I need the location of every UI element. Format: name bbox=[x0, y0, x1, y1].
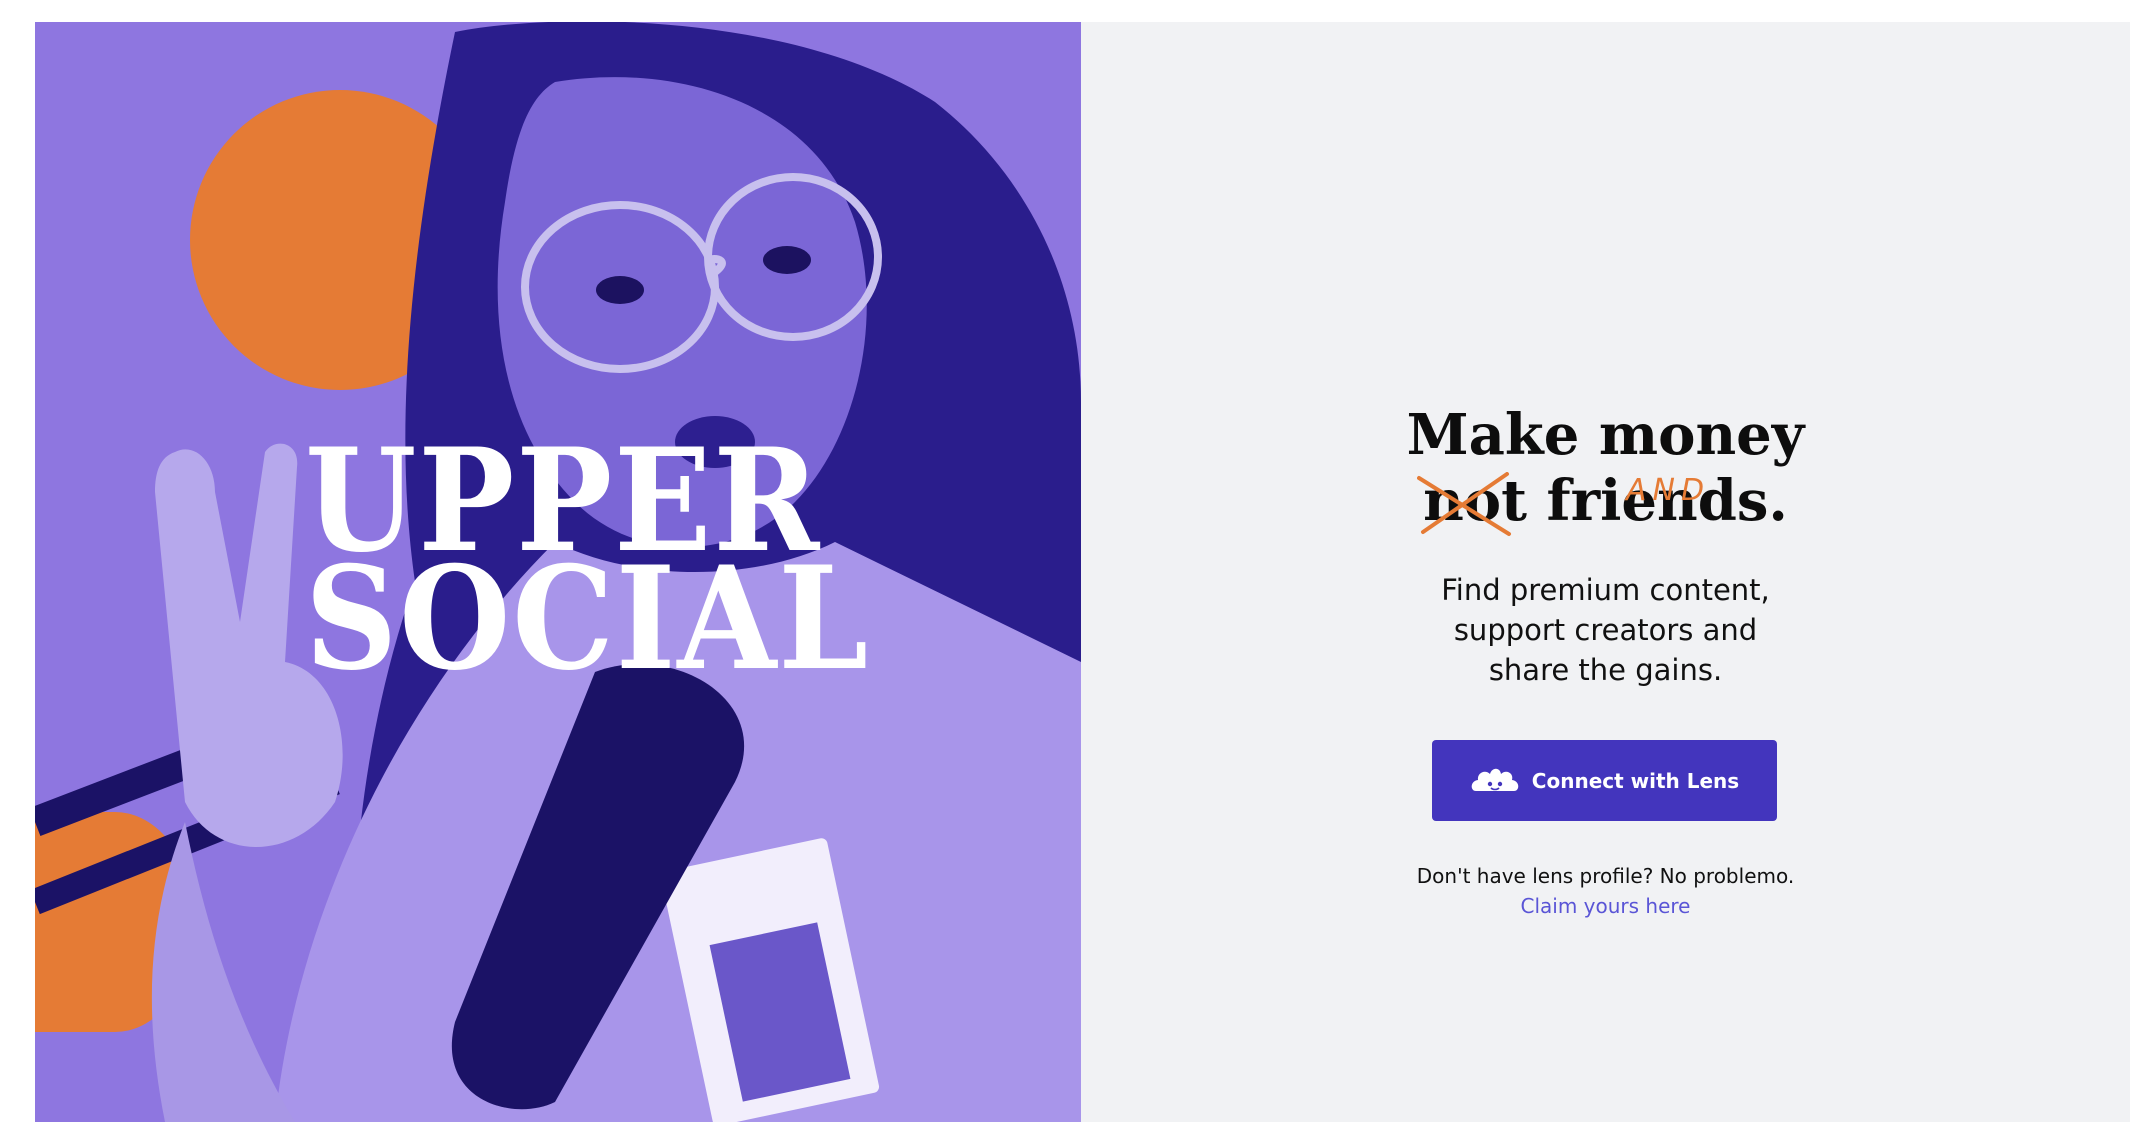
subtitle: Find premium content, support creators a… bbox=[1081, 570, 2130, 690]
lens-icon bbox=[1471, 768, 1519, 791]
no-profile-text: Don't have lens profile? No problemo. bbox=[1416, 864, 1795, 888]
headline-word-make: Make bbox=[1406, 402, 1580, 468]
headline-struck-word: not bbox=[1417, 468, 1527, 536]
hero-panel: UPPER SOCIAL bbox=[35, 22, 1081, 1122]
login-panel: Make money not friends. AND Find premium… bbox=[1081, 22, 2130, 1122]
brand-logo: UPPER SOCIAL bbox=[305, 430, 870, 702]
claim-profile-link[interactable]: Claim yours here bbox=[1081, 892, 2130, 920]
headline-row-1: Make money bbox=[1081, 402, 2130, 468]
connect-with-lens-button[interactable]: Connect with Lens bbox=[1432, 740, 1777, 821]
subtitle-line-1: Find premium content, bbox=[1441, 573, 1770, 607]
page: UPPER SOCIAL Make money not friends. AND bbox=[0, 0, 2130, 1136]
headline-row-2: not friends. bbox=[1081, 468, 2130, 536]
brand-line-social: SOCIAL bbox=[305, 536, 870, 702]
strike-cross-icon bbox=[1417, 472, 1512, 536]
subtitle-line-3: share the gains. bbox=[1488, 653, 1723, 687]
connect-button-label: Connect with Lens bbox=[1531, 768, 1740, 793]
headline: Make money not friends. AND bbox=[1081, 402, 2130, 536]
headline-insert-and: AND bbox=[1626, 473, 1711, 508]
subtitle-line-2: support creators and bbox=[1453, 613, 1758, 647]
